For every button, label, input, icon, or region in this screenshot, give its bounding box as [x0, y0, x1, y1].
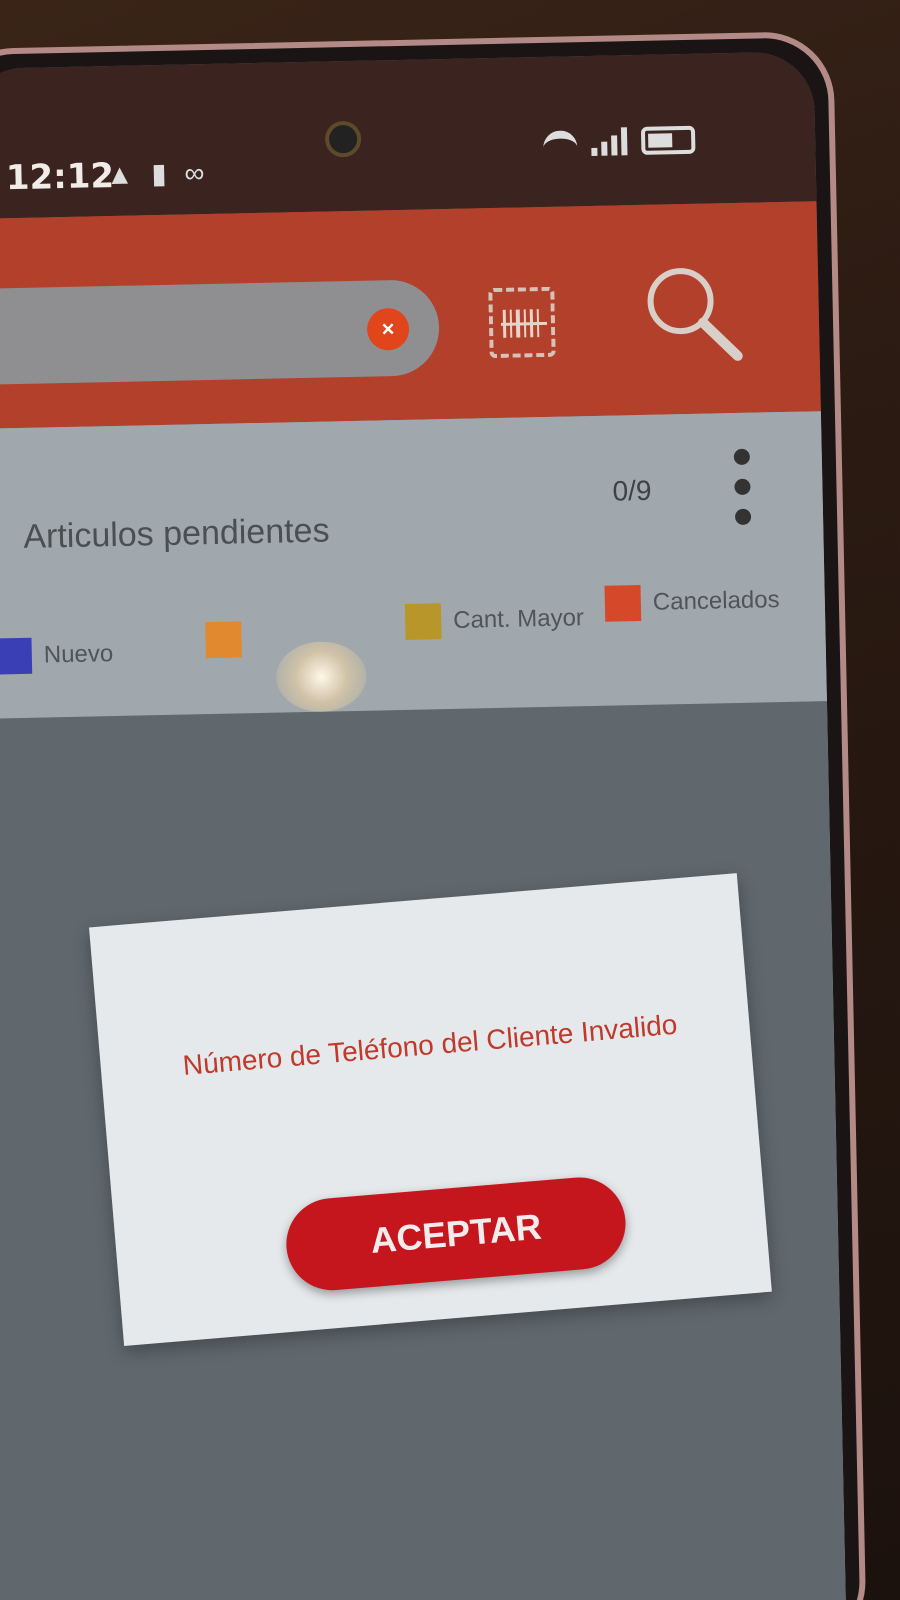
pending-items-card: Articulos pendientes 0/9 Nuevo Cant. May… [0, 411, 827, 719]
more-options-icon [733, 448, 751, 466]
pending-items-title: Articulos pendientes [22, 511, 330, 556]
sim-icon: ▮ [150, 157, 168, 190]
legend-swatch-2 [205, 621, 242, 659]
phone-screen: 12:12 ▲ ▮ ∞ × Articulos pendientes 0/9 N… [0, 51, 847, 1600]
status-right-icons [542, 124, 696, 157]
legend-item-cant-mayor: Cant. Mayor [404, 600, 585, 640]
legend-label-cant-mayor: Cant. Mayor [452, 604, 585, 634]
status-bar: 12:12 ▲ ▮ ∞ [0, 51, 817, 220]
dialog-message: Número de Teléfono del Cliente Invalido [181, 1008, 679, 1082]
search-icon [647, 268, 743, 361]
status-time: 12:12 [5, 155, 115, 199]
search-bar[interactable]: × [0, 279, 441, 386]
barcode-scanner-icon [500, 309, 548, 338]
status-left-icons: ▲ ▮ ∞ [105, 156, 214, 191]
pending-items-count: 0/9 [612, 474, 652, 507]
legend-item-cancelados: Cancelados [604, 582, 780, 622]
legend-item-2 [205, 621, 254, 659]
phone-frame: 12:12 ▲ ▮ ∞ × Articulos pendientes 0/9 N… [0, 30, 867, 1600]
battery-icon [640, 125, 696, 155]
clear-search-button[interactable]: × [366, 307, 410, 351]
front-camera [324, 120, 362, 158]
search-input[interactable] [0, 310, 370, 355]
legend-swatch-cant-mayor [404, 603, 442, 640]
voicemail-icon: ∞ [184, 157, 205, 189]
legend-swatch-cancelados [604, 585, 642, 622]
legend-label-cancelados: Cancelados [652, 586, 780, 616]
app-header: × [0, 201, 821, 429]
search-button[interactable] [638, 258, 750, 370]
more-options-button[interactable] [727, 443, 759, 534]
signal-icon [591, 125, 628, 156]
legend-swatch-nuevo [0, 637, 33, 675]
alert-dialog: Número de Teléfono del Cliente Invalido … [89, 873, 772, 1346]
accept-button[interactable]: ACEPTAR [282, 1173, 630, 1294]
legend-label-nuevo: Nuevo [43, 640, 114, 669]
notification-icon: ▲ [105, 158, 134, 191]
legend-item-nuevo: Nuevo [0, 636, 114, 675]
wifi-icon [542, 130, 578, 157]
barcode-scanner-button[interactable] [488, 286, 556, 359]
status-legend: Nuevo Cant. Mayor Cancelados [0, 581, 826, 675]
